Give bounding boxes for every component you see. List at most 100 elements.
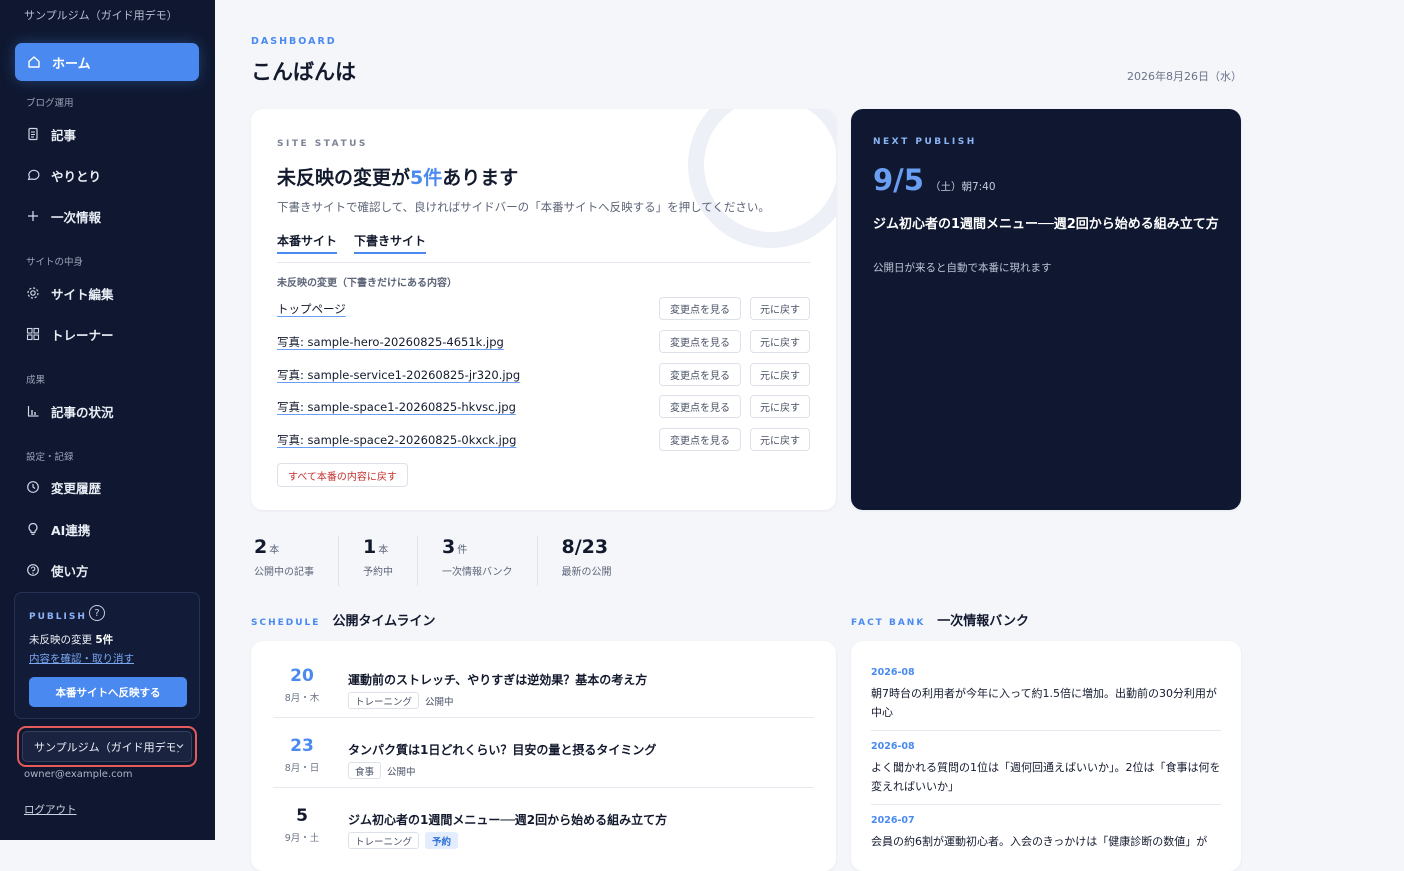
revert-button[interactable]: 元に戻す [750, 297, 810, 320]
revert-button[interactable]: 元に戻す [750, 363, 810, 386]
stats-row: 2本 公開中の記事 1本 予約中 3件 一次情報バンク 8/23 最新の公開 [254, 536, 660, 586]
stat-published: 2本 公開中の記事 [254, 536, 339, 586]
stat-number: 2 [254, 536, 268, 558]
next-publish-time: （土）朝7:40 [929, 181, 996, 193]
fact-text: 朝7時台の利用者が今年に入って約1.5倍に増加。出勤前の30分利用が中心 [871, 687, 1217, 719]
status-heading: 未反映の変更が 5件 あります [277, 163, 518, 190]
sidebar: サンプルジム（ガイド用デモ） ホーム ブログ運用 記事 やりとり 一次情報 サイ… [0, 0, 215, 840]
review-changes-link[interactable]: 内容を確認・取り消す [29, 651, 134, 666]
change-row: 写真: sample-service1-20260825-jr320.jpg 変… [277, 363, 810, 387]
view-diff-button[interactable]: 変更点を見る [659, 297, 741, 320]
sidebar-item-conversations[interactable]: やりとり [26, 164, 101, 186]
status-text: 公開中 [387, 766, 416, 778]
user-email: owner@example.com [24, 769, 133, 780]
fact-date: 2026-08 [871, 667, 915, 678]
sidebar-item-label: 記事の状況 [51, 404, 114, 420]
change-row: 写真: sample-space2-20260825-0kxck.jpg 変更点… [277, 428, 810, 452]
fact-text: よく聞かれる質問の1位は「週何回通えばいいか」。2位は「食事は何を変えればいいか… [871, 761, 1221, 793]
stat-scheduled: 1本 予約中 [363, 536, 418, 586]
timeline-item[interactable]: 5 9月・土 ジム初心者の1週間メニュー──週2回から始める組み立て方 トレーニ… [273, 788, 814, 858]
sidebar-item-label: 使い方 [51, 563, 89, 579]
sidebar-item-trainers[interactable]: トレーナー [26, 323, 114, 345]
sidebar-item-howto[interactable]: 使い方 [26, 559, 89, 581]
next-publish-date: 9/5 （土）朝7:40 [873, 163, 996, 197]
sidebar-item-label: 記事 [51, 127, 77, 143]
page-eyebrow: DASHBOARD [251, 36, 337, 47]
revert-all-button[interactable]: すべて本番の内容に戻す [277, 463, 408, 487]
brand-name: サンプルジム（ガイド用デモ） [24, 9, 178, 22]
sidebar-item-history[interactable]: 変更履歴 [26, 476, 101, 498]
sidebar-item-label: やりとり [51, 168, 102, 184]
tab-draft-site[interactable]: 下書きサイト [354, 232, 427, 254]
sidebar-item-label: AI連携 [51, 522, 91, 538]
nav-section-blog: ブログ運用 [26, 98, 74, 109]
sidebar-item-article-status[interactable]: 記事の状況 [26, 400, 114, 422]
revert-button[interactable]: 元に戻す [750, 395, 810, 418]
sidebar-item-site-edit[interactable]: サイト編集 [26, 282, 114, 304]
chevron-down-icon [175, 741, 185, 751]
change-item-link[interactable]: 写真: sample-hero-20260825-4651k.jpg [277, 334, 504, 350]
pending-prefix: 未反映の変更 [29, 634, 92, 646]
sidebar-item-label: 変更履歴 [51, 480, 102, 496]
site-select-value: サンプルジム（ガイド用デモ） [34, 740, 188, 754]
stat-factbank: 3件 一次情報バンク [442, 536, 538, 586]
fact-item[interactable]: 2026-07 会員の約6割が運動初心者。入会のきっかけは「健康診断の数値」が [871, 815, 1221, 871]
stat-label: 一次情報バンク [442, 567, 513, 578]
site-tabs: 本番サイト 下書きサイト [277, 232, 427, 254]
change-item-link[interactable]: 写真: sample-space1-20260825-hkvsc.jpg [277, 399, 516, 415]
view-diff-button[interactable]: 変更点を見る [659, 428, 741, 451]
sidebar-item-label: ホーム [52, 56, 91, 72]
timeline-day: 23 [290, 736, 314, 756]
next-publish-day: 9/5 [873, 163, 924, 197]
publish-button[interactable]: 本番サイトへ反映する [29, 677, 187, 707]
status-text: 公開中 [425, 696, 454, 708]
gear-icon [27, 287, 39, 299]
change-item-link[interactable]: 写真: sample-space2-20260825-0kxck.jpg [277, 432, 516, 448]
divider [277, 262, 810, 263]
sidebar-item-articles[interactable]: 記事 [26, 123, 76, 145]
stat-unit: 件 [457, 545, 468, 556]
view-diff-button[interactable]: 変更点を見る [659, 363, 741, 386]
tab-live-site[interactable]: 本番サイト [277, 232, 338, 254]
category-tag: トレーニング [348, 832, 420, 849]
sidebar-item-facts[interactable]: 一次情報 [26, 205, 101, 227]
timeline-item[interactable]: 23 8月・日 タンパク質は1日どれくらい？目安の量と摂るタイミング 食事 公開… [273, 718, 814, 788]
changes-label: 未反映の変更（下書きだけにある内容） [277, 278, 457, 289]
logout-link[interactable]: ログアウト [24, 802, 77, 817]
fact-item[interactable]: 2026-08 よく聞かれる質問の1位は「週何回通えばいいか」。2位は「食事は何… [871, 741, 1221, 805]
site-select[interactable]: サンプルジム（ガイド用デモ） [22, 731, 192, 762]
revert-button[interactable]: 元に戻す [750, 330, 810, 353]
stat-label: 最新の公開 [561, 567, 612, 578]
help-icon[interactable]: ? [89, 605, 105, 621]
status-eyebrow: SITE STATUS [277, 139, 368, 149]
sidebar-item-home[interactable]: ホーム [15, 43, 199, 81]
revert-button[interactable]: 元に戻す [750, 428, 810, 451]
stat-number: 8/23 [561, 536, 609, 558]
factbank-title: 一次情報バンク [937, 614, 1029, 629]
timeline-day: 20 [290, 666, 314, 686]
fact-item[interactable]: 2026-08 朝7時台の利用者が今年に入って約1.5倍に増加。出勤前の30分利… [871, 667, 1221, 731]
change-row: 写真: sample-space1-20260825-hkvsc.jpg 変更点… [277, 395, 810, 419]
pending-count: 5件 [95, 634, 114, 646]
timeline-title: ジム初心者の1週間メニュー──週2回から始める組み立て方 [348, 813, 668, 827]
status-heading-suffix: あります [442, 167, 519, 189]
view-diff-button[interactable]: 変更点を見る [659, 330, 741, 353]
bar-chart-icon [27, 406, 39, 417]
schedule-timeline: 20 8月・木 運動前のストレッチ、やりすぎは逆効果？基本の考え方 トレーニング… [251, 641, 836, 871]
document-icon [28, 127, 38, 141]
view-diff-button[interactable]: 変更点を見る [659, 395, 741, 418]
nav-section-settings: 設定・記録 [26, 452, 74, 463]
page-title: こんばんは [251, 60, 356, 84]
chat-icon [27, 169, 40, 181]
status-subtext: 下書きサイトで確認して、良ければサイドバーの「本番サイトへ反映する」を押してくだ… [277, 200, 770, 214]
page-date: 2026年8月26日（水） [1127, 70, 1242, 83]
stat-unit: 本 [378, 545, 389, 556]
next-publish-card[interactable]: NEXT PUBLISH 9/5 （土）朝7:40 ジム初心者の1週間メニュー─… [851, 109, 1241, 510]
sidebar-item-ai[interactable]: AI連携 [26, 518, 90, 540]
schedule-title: 公開タイムライン [332, 614, 436, 629]
change-item-link[interactable]: トップページ [277, 301, 346, 317]
timeline-tags: トレーニング 予約 [348, 832, 459, 849]
change-item-link[interactable]: 写真: sample-service1-20260825-jr320.jpg [277, 367, 520, 383]
timeline-weekday: 8月・日 [284, 763, 320, 774]
timeline-item[interactable]: 20 8月・木 運動前のストレッチ、やりすぎは逆効果？基本の考え方 トレーニング… [273, 648, 814, 718]
